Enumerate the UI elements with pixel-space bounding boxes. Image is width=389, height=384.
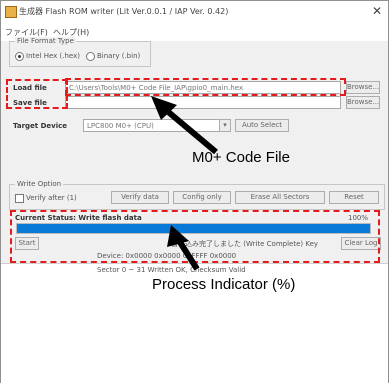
code-file-callout: M0+ Code File — [192, 149, 290, 166]
callout-arrows — [151, 96, 218, 271]
progress-arrowhead-icon — [167, 225, 189, 247]
app-window: 生成器 Flash ROM writer (Lit Ver.0.0.1 / IA… — [0, 0, 389, 383]
progress-arrow-icon — [175, 237, 200, 271]
progress-callout: Process Indicator (%) — [152, 276, 296, 293]
